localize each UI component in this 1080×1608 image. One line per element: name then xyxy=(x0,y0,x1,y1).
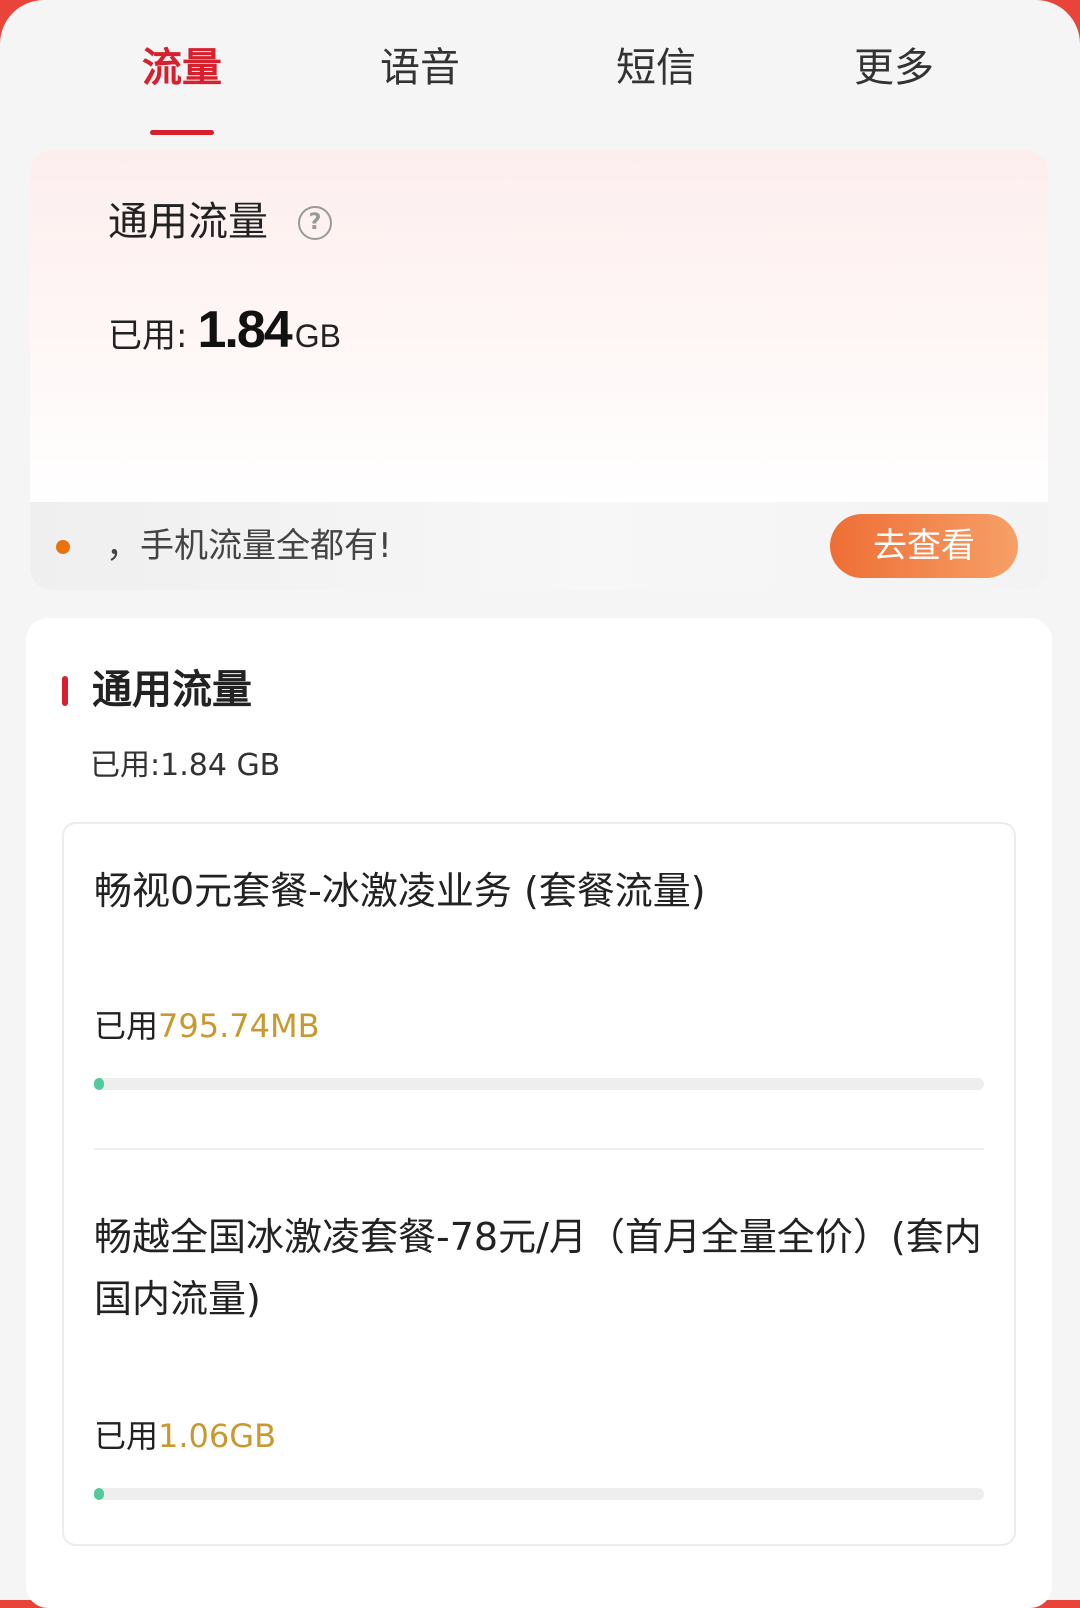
package-progress-fill xyxy=(94,1488,104,1500)
category-tabs: 流量 语音 短信 更多 xyxy=(0,28,1080,135)
package-used-amount: 1.06GB xyxy=(158,1417,277,1455)
section-used: 已用:1.84 GB xyxy=(90,748,281,783)
summary-used-value: 1.84 xyxy=(197,301,292,359)
package-used: 已用795.74MB xyxy=(94,1004,320,1048)
active-tab-indicator xyxy=(150,130,214,135)
section-marker xyxy=(62,676,68,706)
tab-voice[interactable]: 语音 xyxy=(320,40,520,96)
package-progress-fill xyxy=(94,1078,104,1090)
promo-text[interactable]: ，手机流量全都有! xyxy=(106,522,392,570)
package-divider xyxy=(94,1148,984,1150)
promo-banner: ，手机流量全都有! 去查看 xyxy=(30,502,1048,590)
promo-dot-icon xyxy=(56,540,70,554)
summary-used: 已用: 1.84 GB xyxy=(108,300,341,360)
summary-card: 通用流量 ? 已用: 1.84 GB ，手机流量全都有! 去查看 xyxy=(30,150,1048,590)
package-used-label: 已用 xyxy=(94,1007,159,1045)
tab-sms[interactable]: 短信 xyxy=(556,40,756,96)
package-item: 畅视0元套餐-冰激凌业务 (套餐流量) 已用795.74MB xyxy=(94,860,986,1090)
tab-data[interactable]: 流量 xyxy=(82,40,282,96)
package-name: 畅越全国冰激凌套餐-78元/月（首月全量全价）(套内国内流量) xyxy=(94,1215,982,1321)
package-item: 畅越全国冰激凌套餐-78元/月（首月全量全价）(套内国内流量) 已用1.06GB xyxy=(94,1206,986,1500)
package-name: 畅视0元套餐-冰激凌业务 (套餐流量) xyxy=(94,869,706,913)
help-icon[interactable]: ? xyxy=(298,206,332,240)
summary-used-unit: GB xyxy=(294,318,341,354)
package-progress-bar xyxy=(94,1078,984,1090)
package-used: 已用1.06GB xyxy=(94,1414,276,1458)
detail-card: 通用流量 已用:1.84 GB 畅视0元套餐-冰激凌业务 (套餐流量) 已用79… xyxy=(26,618,1052,1608)
summary-title: 通用流量 xyxy=(108,199,268,245)
section-title: 通用流量 xyxy=(92,667,252,713)
package-list: 畅视0元套餐-冰激凌业务 (套餐流量) 已用795.74MB 畅越全国冰激凌套餐… xyxy=(62,822,1016,1546)
package-progress-bar xyxy=(94,1488,984,1500)
package-used-label: 已用 xyxy=(94,1417,159,1455)
summary-used-label: 已用: xyxy=(108,316,188,356)
page-sheet: 流量 语音 短信 更多 通用流量 ? 已用: 1.84 GB ，手机流量全都有! 去… xyxy=(0,0,1080,1608)
promo-view-button[interactable]: 去查看 xyxy=(830,514,1018,578)
tab-more[interactable]: 更多 xyxy=(794,40,994,96)
package-used-amount: 795.74MB xyxy=(158,1007,320,1045)
